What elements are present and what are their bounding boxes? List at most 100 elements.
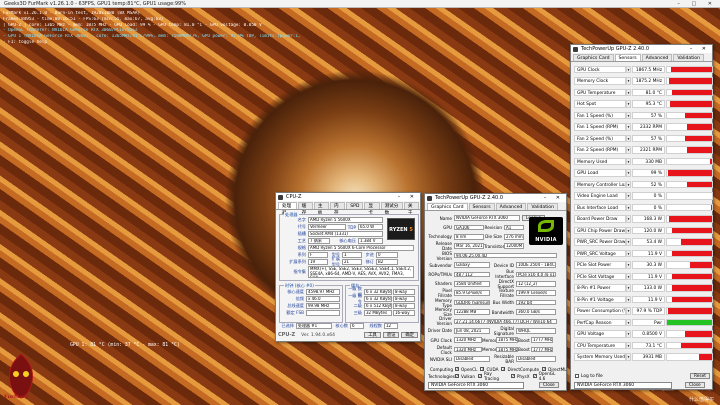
sensor-dropdown-icon[interactable]: ▾: [626, 88, 631, 97]
gpuz-row-value2: 10DE 2504 - 1B4C 1926: [516, 262, 556, 268]
gpuz-card-row: NVIDIA SLI Disabled Resizable BAR Disabled: [427, 354, 556, 364]
cpuz-bus-label: 总线速度: [287, 303, 304, 308]
gpuz-row-value: GA106: [454, 224, 484, 231]
sensor-graph: [666, 249, 713, 258]
gpuz-row-label2: Texture Fillrate: [498, 288, 514, 299]
feature-checkbox[interactable]: ✓: [532, 374, 537, 378]
gpuz-sensors-window-controls[interactable]: – ✕: [690, 45, 710, 53]
sensor-dropdown-icon[interactable]: ▾: [626, 100, 631, 108]
sensor-value: 99 %: [632, 169, 665, 177]
tab-cpuz-tabs-2[interactable]: 主板: [313, 202, 330, 216]
sensor-dropdown-icon[interactable]: ▾: [626, 111, 631, 120]
sensor-graph-fill: [671, 89, 712, 96]
sensor-row: PWR_SRC Power Draw ▾ 53.4 W: [574, 238, 713, 247]
sensor-name: Fan 1 Speed (RPM): [574, 123, 626, 131]
sensor-dropdown-icon[interactable]: ▾: [626, 295, 631, 304]
cpuz-title: CPU-Z: [286, 194, 302, 200]
sensor-dropdown-icon[interactable]: ▾: [626, 123, 631, 131]
sensor-value: 0.8500 V: [632, 330, 665, 338]
gpuz-row-value: 3584 Unified: [454, 281, 490, 287]
cpuz-l3-label: 三级: [353, 310, 362, 315]
sensor-dropdown-icon[interactable]: ▾: [626, 180, 631, 189]
sensor-dropdown-icon[interactable]: ▾: [626, 203, 631, 212]
gpuz-card-close-button[interactable]: Close: [539, 382, 559, 388]
sensor-dropdown-icon[interactable]: ▾: [626, 192, 631, 200]
gpuz-computing-label: Computing: [430, 366, 453, 372]
sensor-dropdown-icon[interactable]: ▾: [626, 238, 631, 246]
sensor-dropdown-icon[interactable]: ▾: [626, 249, 631, 258]
sensor-row: Fan 2 Speed (RPM) ▾ 2321 RPM: [574, 146, 713, 155]
sensor-dropdown-icon[interactable]: ▾: [626, 318, 631, 327]
tab-sens-tabs-2[interactable]: Advanced: [641, 54, 673, 61]
gpuz-row-label2: Die Size: [485, 234, 502, 240]
sensor-row: GPU Chip Power Draw ▾ 120.0 W: [574, 226, 713, 235]
sensors-reset-button[interactable]: Reset: [689, 373, 710, 379]
cpuz-spec-value: AMD Ryzen 5 5600X 6-Core Processor: [308, 245, 414, 251]
sensor-dropdown-icon[interactable]: ▾: [626, 169, 631, 177]
tab-cpuz-tabs-0[interactable]: 处理器: [278, 202, 297, 216]
gpuz-sensors-titlebar: TechPowerUp GPU-Z 2.40.0 – ✕: [571, 45, 712, 53]
tab-cpuz-tabs-7[interactable]: 关于: [403, 202, 420, 216]
tab-cpuz-tabs-1[interactable]: 缓存: [297, 202, 313, 216]
feature-checkbox[interactable]: ✓: [477, 374, 482, 378]
cpuz-app-icon: [278, 194, 283, 200]
sensor-name: Fan 1 Speed (%): [574, 111, 626, 120]
tab-cpuz-tabs-4[interactable]: SPD: [346, 202, 364, 209]
feature-checkbox[interactable]: ✓: [455, 374, 459, 378]
cpuz-bus-value: 99.98 MHz: [306, 303, 340, 309]
sensor-dropdown-icon[interactable]: ▾: [626, 157, 631, 166]
sensor-name: Memory Controller Load: [574, 180, 626, 189]
tab-gpuz-tabs-0[interactable]: Graphics Card: [427, 203, 468, 210]
gpuz-card-select[interactable]: NVIDIA GeForce RTX 3060: [428, 382, 524, 389]
gpuz-card-window-controls[interactable]: – ✕: [544, 194, 564, 202]
sensor-value: 73.1 °C: [632, 341, 665, 350]
sensor-dropdown-icon[interactable]: ▾: [626, 134, 631, 143]
tab-gpuz-tabs-3[interactable]: Validation: [527, 203, 559, 210]
sensor-dropdown-icon[interactable]: ▾: [626, 284, 631, 292]
cpuz-tools-button[interactable]: 工具: [364, 332, 381, 338]
cpuz-tech-label: 工艺: [297, 238, 306, 243]
feature-label: OpenGL 4.6: [538, 371, 556, 381]
sensor-dropdown-icon[interactable]: ▾: [626, 353, 631, 361]
log-to-file-checkbox[interactable]: [575, 374, 579, 378]
gpuz-row-label: Default Clock: [436, 344, 452, 355]
sensor-graph-fill: [669, 78, 712, 84]
sensor-dropdown-icon[interactable]: ▾: [626, 341, 631, 350]
sensor-row: PCIe Slot Power ▾ 30.3 W: [574, 261, 713, 270]
sensor-value: 52 %: [632, 180, 665, 189]
sensor-dropdown-icon[interactable]: ▾: [626, 226, 631, 235]
feature-checkbox[interactable]: ✓: [510, 374, 515, 378]
cpuz-ok-button[interactable]: 确定: [401, 332, 418, 338]
sensor-value: 11.9 V: [632, 295, 665, 304]
sensor-dropdown-icon[interactable]: ▾: [626, 65, 631, 74]
sensor-dropdown-icon[interactable]: ▾: [626, 77, 631, 85]
cpuz-processor-select[interactable]: 处理器 #1: [296, 323, 332, 329]
tab-cpuz-tabs-3[interactable]: 内存: [330, 202, 346, 216]
window-controls[interactable]: – □ ✕: [677, 0, 717, 8]
tab-gpuz-tabs-1[interactable]: Sensors: [468, 203, 495, 210]
tab-cpuz-tabs-6[interactable]: 测试分数: [380, 202, 403, 216]
cpuz-footer-brand: CPU-Z: [278, 332, 296, 338]
tab-cpuz-tabs-5[interactable]: 显卡: [364, 202, 380, 216]
tab-sens-tabs-1[interactable]: Sensors: [614, 54, 641, 61]
sensor-graph: [666, 330, 713, 338]
sensor-dropdown-icon[interactable]: ▾: [626, 261, 631, 269]
tab-sens-tabs-3[interactable]: Validation: [673, 54, 705, 61]
sensor-dropdown-icon[interactable]: ▾: [626, 215, 631, 223]
sensor-dropdown-icon[interactable]: ▾: [626, 330, 631, 338]
tab-sens-tabs-0[interactable]: Graphics Card: [573, 54, 614, 61]
tab-gpuz-tabs-2[interactable]: Advanced: [495, 203, 527, 210]
sensor-row: Memory Used ▾ 330 MB: [574, 157, 713, 166]
sensor-dropdown-icon[interactable]: ▾: [626, 272, 631, 281]
sensors-close-button[interactable]: Close: [685, 382, 705, 388]
gpuz-row-value: Disabled: [454, 356, 490, 362]
cpuz-threads-label: 线程数: [369, 323, 382, 328]
sensor-dropdown-icon[interactable]: ▾: [626, 146, 631, 154]
sensors-card-select[interactable]: NVIDIA GeForce RTX 3060: [574, 382, 672, 389]
sensor-graph-fill: [667, 319, 712, 326]
sensor-row: Fan 1 Speed (%) ▾ 57 %: [574, 111, 713, 120]
cpuz-validate-button[interactable]: 验证: [382, 332, 400, 338]
gpuz-row-value2: 199.9 GTexel/s: [516, 290, 556, 296]
sensor-dropdown-icon[interactable]: ▾: [626, 307, 631, 315]
cpuz-window-controls[interactable]: – ✕: [398, 193, 418, 201]
